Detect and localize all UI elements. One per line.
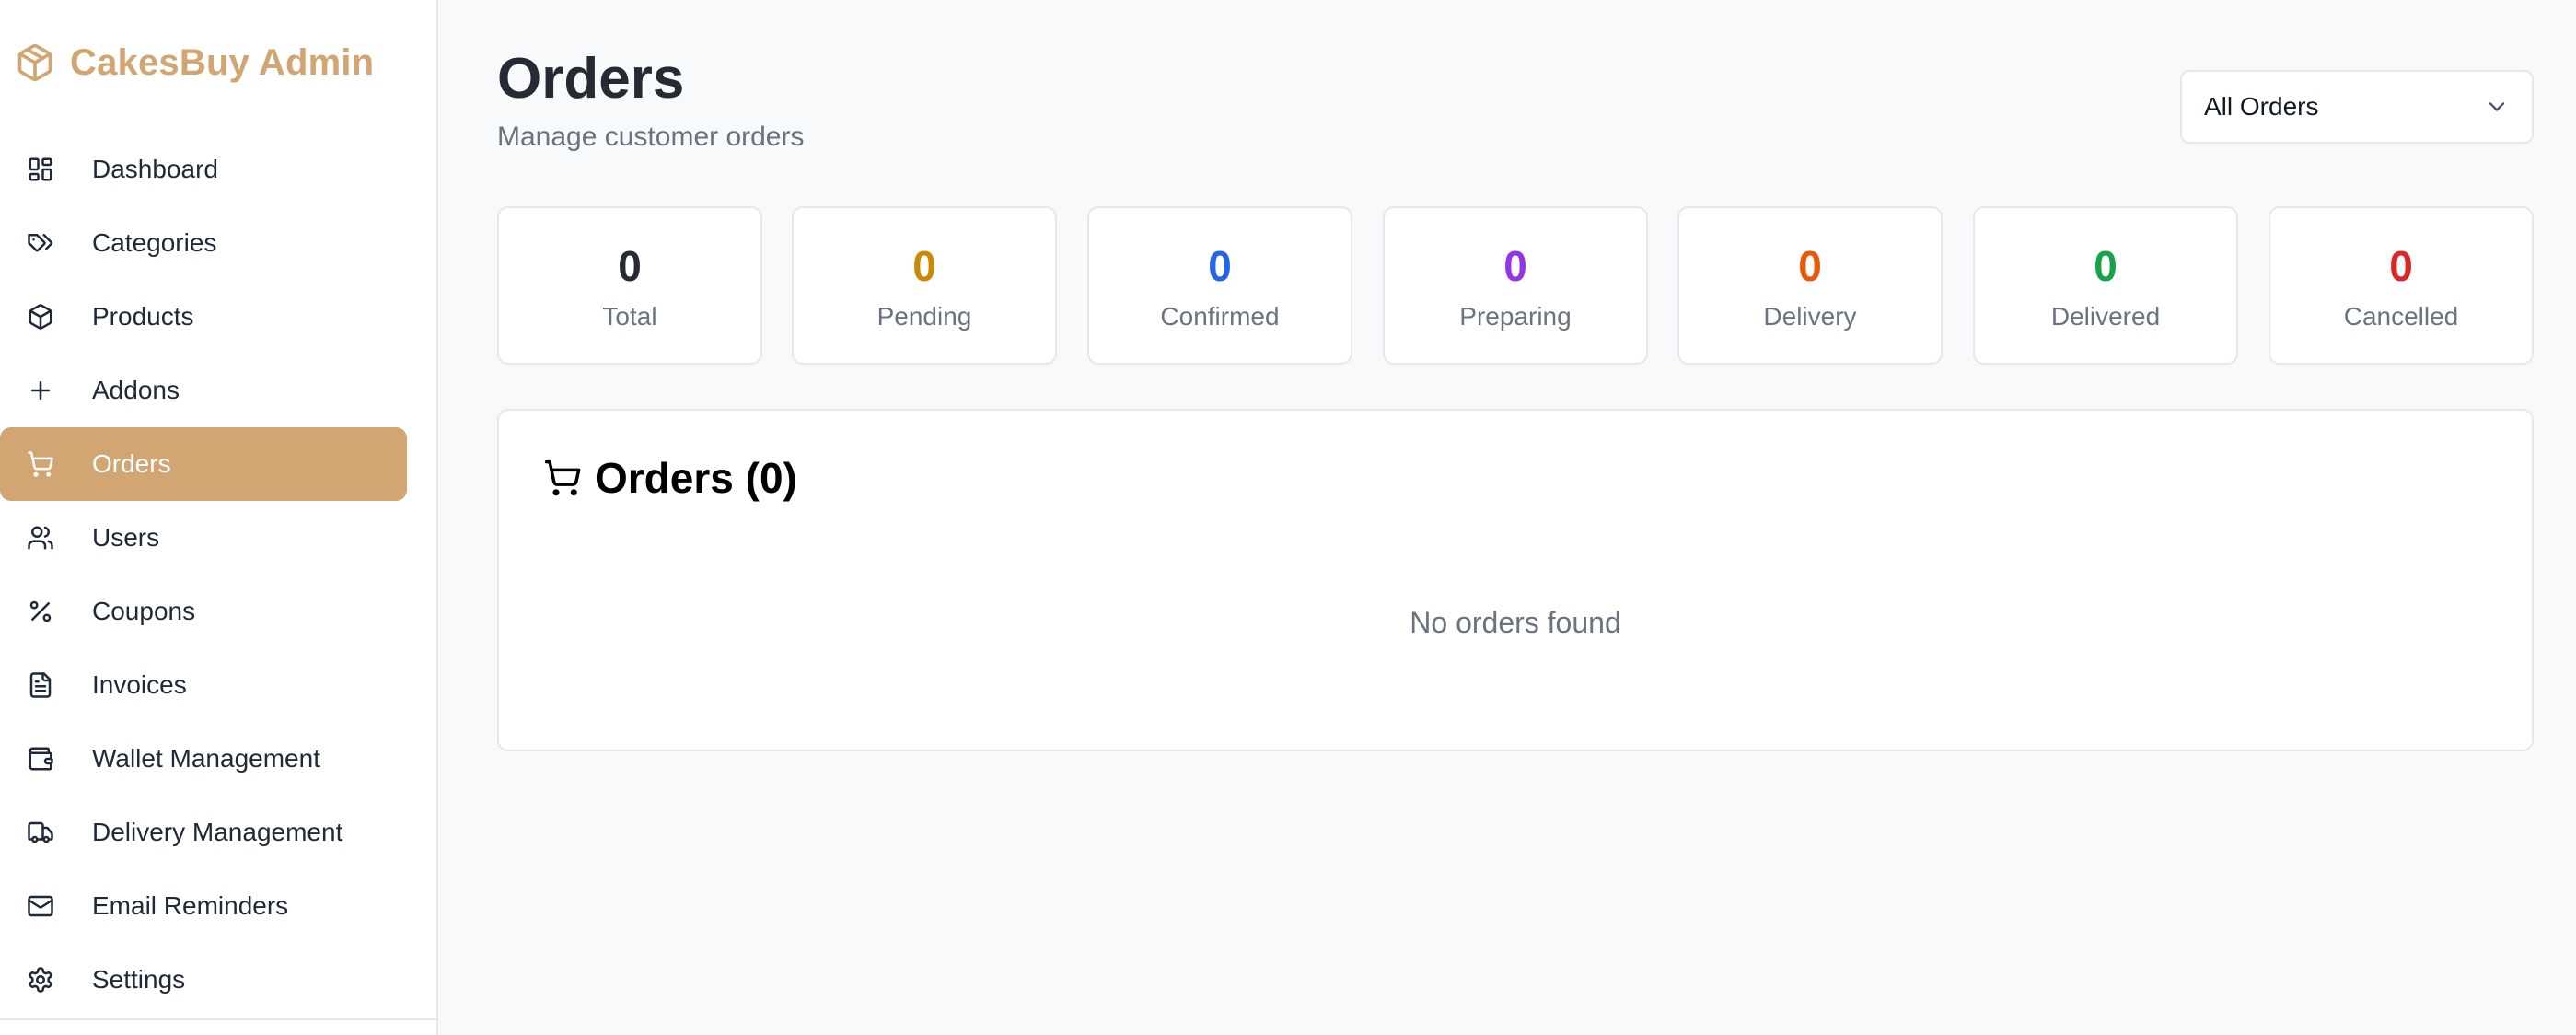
order-stats: 0 Total 0 Pending 0 Confirmed 0 Preparin… [497,206,2534,365]
sidebar-item-label: Products [92,302,194,331]
stat-card-preparing: 0 Preparing [1383,206,1648,365]
orders-title: Orders (0) [595,454,797,502]
sidebar-item-dashboard[interactable]: Dashboard [0,133,407,206]
sidebar-item-label: Coupons [92,597,196,625]
brand[interactable]: CakesBuy Admin [13,37,374,88]
orders-header: Orders (0) [543,453,797,503]
stat-card-pending: 0 Pending [792,206,1057,365]
sidebar-item-users[interactable]: Users [0,501,407,575]
stat-card-confirmed: 0 Confirmed [1087,206,1352,365]
page-subtitle: Manage customer orders [497,122,805,152]
sidebar-item-label: Users [92,523,160,552]
stat-label: Total [602,302,657,331]
stat-card-delivery: 0 Delivery [1677,206,1943,365]
empty-state-message: No orders found [1410,606,1621,639]
gear-icon [26,965,55,994]
stat-card-cancelled: 0 Cancelled [2269,206,2534,365]
sidebar-item-label: Settings [92,965,186,994]
sidebar-item-addons[interactable]: Addons [0,354,407,427]
stat-value: 0 [2094,242,2118,290]
tag-icon [26,228,55,258]
package-icon [26,302,55,331]
page-title: Orders [497,47,685,110]
stat-card-delivered: 0 Delivered [1973,206,2238,365]
stat-value: 0 [912,242,936,290]
plus-icon [26,376,55,405]
cart-icon [543,459,582,497]
sidebar-item-label: Wallet Management [92,744,320,773]
sidebar-divider [0,1018,436,1020]
sidebar-item-invoices[interactable]: Invoices [0,648,407,722]
sidebar-item-label: Delivery Management [92,818,343,846]
sidebar-item-coupons[interactable]: Coupons [0,575,407,648]
main-content: Orders Manage customer orders All Orders… [438,0,2576,1035]
sidebar-nav: Dashboard Categories Products Addons Ord… [0,133,438,1017]
percent-icon [26,597,55,626]
stat-value: 0 [1798,242,1822,290]
sidebar-item-email-reminders[interactable]: Email Reminders [0,869,407,943]
cart-icon [26,449,55,479]
dashboard-icon [26,155,55,184]
stat-value: 0 [1503,242,1527,290]
sidebar-item-label: Invoices [92,670,187,699]
sidebar-item-wallet-management[interactable]: Wallet Management [0,722,407,796]
sidebar-item-categories[interactable]: Categories [0,206,407,280]
wallet-icon [26,744,55,773]
sidebar-item-label: Dashboard [92,155,218,183]
app-root: CakesBuy Admin Dashboard Categories Prod… [0,0,2576,1035]
stat-label: Pending [876,302,972,331]
orders-panel: Orders (0) No orders found [497,409,2534,751]
sidebar-item-settings[interactable]: Settings [0,943,407,1017]
stat-label: Preparing [1459,302,1572,331]
brand-title: CakesBuy Admin [70,41,375,83]
stat-value: 0 [618,242,642,290]
stat-label: Delivered [2050,302,2161,331]
sidebar-item-label: Email Reminders [92,891,289,920]
sidebar-item-label: Categories [92,228,217,257]
stat-label: Cancelled [2343,302,2459,331]
stat-value: 0 [1208,242,1232,290]
package-icon [13,41,57,85]
sidebar-item-products[interactable]: Products [0,280,407,354]
sidebar-item-label: Addons [92,376,180,404]
chevron-down-icon [2484,94,2510,120]
sidebar-item-orders[interactable]: Orders [0,427,407,501]
stat-label: Confirmed [1160,302,1280,331]
sidebar: CakesBuy Admin Dashboard Categories Prod… [0,0,438,1035]
stat-label: Delivery [1763,302,1857,331]
order-status-select[interactable]: All Orders [2180,70,2534,144]
stat-value: 0 [2389,242,2413,290]
mail-icon [26,891,55,921]
sidebar-item-label: Orders [92,449,171,478]
users-icon [26,523,55,552]
file-text-icon [26,670,55,700]
order-status-select-value: All Orders [2204,92,2319,121]
stat-card-total: 0 Total [497,206,762,365]
sidebar-item-delivery-management[interactable]: Delivery Management [0,796,407,869]
truck-icon [26,818,55,847]
